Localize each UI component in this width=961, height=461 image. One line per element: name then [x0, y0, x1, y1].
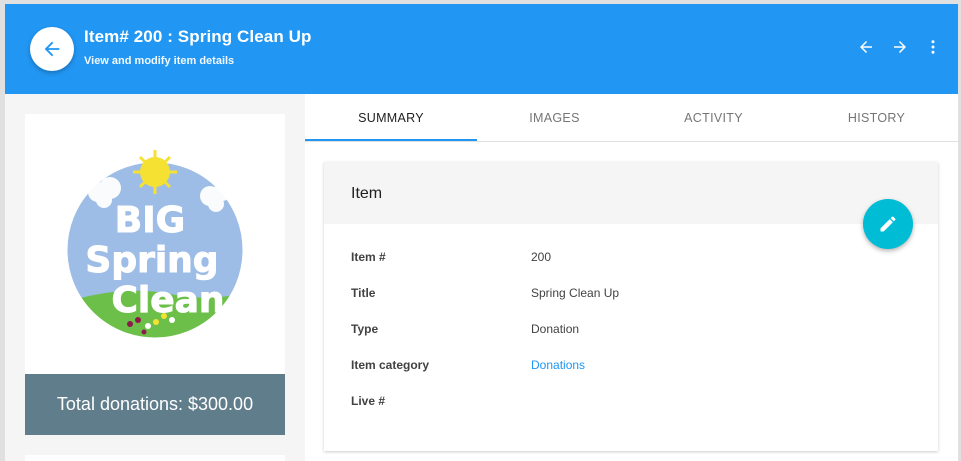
page-subtitle: View and modify item details — [84, 55, 235, 67]
more-vert-icon — [931, 40, 935, 54]
total-donations-banner: Total donations: $300.00 — [25, 374, 285, 435]
field-value-type: Donation — [531, 322, 580, 336]
item-summary-card: Item Item # 200 Title Spring Clean Up Ty… — [324, 162, 938, 451]
item-logo-image[interactable]: BIG Spring Clean — [60, 144, 250, 348]
field-label-live-number: Live # — [351, 394, 386, 408]
card-header: Item — [324, 162, 938, 224]
logo-text-big: BIG — [115, 200, 185, 241]
previous-item-button[interactable] — [856, 37, 876, 57]
tab-history[interactable]: HISTORY — [795, 94, 958, 142]
item-image-card: BIG Spring Clean — [25, 114, 285, 374]
page-header: Item# 200 : Spring Clean Up View and mod… — [5, 4, 958, 94]
field-value-item-category-link[interactable]: Donations — [531, 358, 585, 372]
logo-text-spring: Spring — [85, 240, 218, 281]
tab-images[interactable]: IMAGES — [477, 94, 632, 142]
secondary-card — [25, 455, 285, 461]
tab-activity[interactable]: ACTIVITY — [632, 94, 795, 142]
page-title: Item# 200 : Spring Clean Up — [84, 27, 312, 46]
item-detail-panel: SUMMARY IMAGES ACTIVITY HISTORY Item Ite… — [305, 94, 958, 461]
edit-item-button[interactable] — [863, 199, 913, 249]
logo-text-clean: Clean — [111, 280, 224, 321]
field-label-type: Type — [351, 322, 379, 336]
field-label-item-number: Item # — [351, 250, 386, 264]
arrow-right-icon — [894, 41, 906, 53]
tab-summary[interactable]: SUMMARY — [305, 94, 477, 142]
arrow-left-icon — [44, 41, 60, 57]
arrow-left-icon — [860, 41, 872, 53]
next-item-button[interactable] — [890, 37, 910, 57]
main-content: BIG Spring Clean Total donations: $300.0… — [5, 94, 958, 461]
back-button[interactable] — [30, 27, 74, 71]
field-value-title: Spring Clean Up — [531, 286, 620, 300]
field-label-title: Title — [351, 286, 376, 300]
field-label-item-category: Item category — [351, 358, 430, 372]
active-tab-indicator — [305, 139, 477, 141]
more-options-button[interactable] — [923, 37, 943, 57]
field-value-item-number: 200 — [531, 250, 552, 264]
tab-bar: SUMMARY IMAGES ACTIVITY HISTORY — [305, 94, 958, 142]
pencil-icon — [880, 216, 896, 232]
card-title: Item — [351, 185, 383, 202]
